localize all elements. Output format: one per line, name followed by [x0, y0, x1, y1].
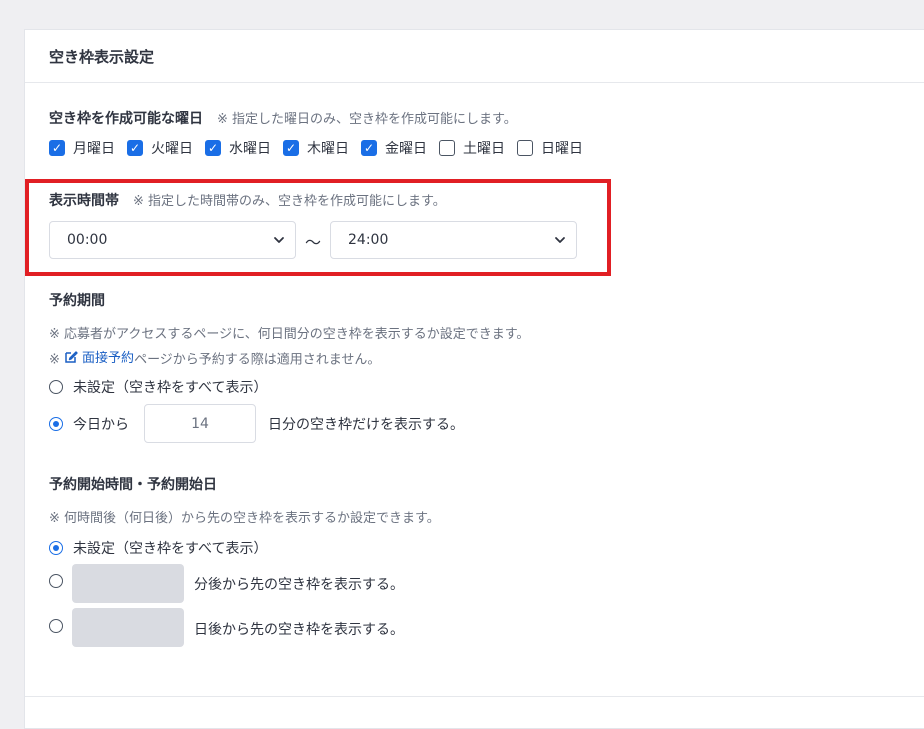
time-range-note: ※ 指定した時間帯のみ、空き枠を作成可能にします。 [133, 194, 446, 209]
booking-days-input[interactable]: 14 [144, 404, 256, 443]
edit-icon [65, 350, 78, 363]
booking-start-option-days[interactable] [49, 619, 73, 633]
weekday-monday[interactable]: ✓ 月曜日 [49, 138, 115, 158]
days-input-disabled [72, 608, 184, 647]
booking-period-note-2: ※ 面接予約 ページから予約する際は適用されません。 [49, 347, 380, 368]
weekday-friday[interactable]: ✓ 金曜日 [361, 138, 427, 158]
divider [25, 696, 924, 697]
time-range-section-title: 表示時間帯 ※ 指定した時間帯のみ、空き枠を作成可能にします。 [49, 190, 446, 210]
weekday-thursday[interactable]: ✓ 木曜日 [283, 138, 349, 158]
option-label: 未設定（空き枠をすべて表示） [73, 380, 268, 396]
panel-title: 空き枠表示設定 [25, 30, 924, 83]
time-range-title: 表示時間帯 [49, 193, 119, 209]
checkbox-checked-icon[interactable]: ✓ [283, 140, 299, 156]
weekday-saturday[interactable]: 土曜日 [439, 138, 505, 158]
end-time-select[interactable]: 24:00 [330, 221, 577, 259]
weekday-checkbox-group: ✓ 月曜日 ✓ 火曜日 ✓ 水曜日 ✓ 木曜日 ✓ 金曜日 土曜日 日曜日 [49, 138, 583, 158]
weekday-label: 火曜日 [151, 141, 193, 157]
weekdays-title: 空き枠を作成可能な曜日 [49, 111, 203, 127]
weekday-label: 日曜日 [541, 141, 583, 157]
checkbox-unchecked-icon[interactable] [517, 140, 533, 156]
settings-panel: 空き枠表示設定 空き枠を作成可能な曜日 ※ 指定した曜日のみ、空き枠を作成可能にし… [24, 29, 924, 729]
booking-days-suffix: 日分の空き枠だけを表示する。 [268, 417, 464, 433]
minutes-option-label: 分後から先の空き枠を表示する。 [194, 577, 404, 593]
booking-start-title: 予約開始時間・予約開始日 [49, 477, 217, 493]
note-suffix: ページから予約する際は適用されません。 [134, 352, 381, 368]
weekday-label: 木曜日 [307, 141, 349, 157]
weekday-label: 月曜日 [73, 141, 115, 157]
radio-unselected-icon[interactable] [49, 574, 63, 588]
booking-period-option-unset[interactable]: 未設定（空き枠をすべて表示） [49, 377, 267, 397]
start-time-value: 00:00 [67, 232, 108, 248]
weekdays-note: ※ 指定した曜日のみ、空き枠を作成可能にします。 [217, 112, 517, 127]
checkbox-checked-icon[interactable]: ✓ [49, 140, 65, 156]
end-time-value: 24:00 [348, 232, 389, 248]
time-range-separator: 〜 [305, 233, 322, 252]
option-label: 未設定（空き枠をすべて表示） [73, 541, 268, 557]
chevron-down-icon [274, 237, 284, 243]
radio-selected-icon[interactable] [49, 541, 63, 555]
booking-start-option-unset[interactable]: 未設定（空き枠をすべて表示） [49, 538, 267, 558]
booking-period-note: ※ 応募者がアクセスするページに、何日間分の空き枠を表示するか設定できます。 [49, 327, 530, 342]
radio-selected-icon[interactable] [49, 417, 63, 431]
checkbox-checked-icon[interactable]: ✓ [205, 140, 221, 156]
chevron-down-icon [555, 237, 565, 243]
start-time-select[interactable]: 00:00 [49, 221, 296, 259]
booking-period-title: 予約期間 [49, 293, 105, 309]
interview-booking-link[interactable]: 面接予約 [64, 347, 134, 366]
weekday-label: 土曜日 [463, 141, 505, 157]
booking-start-option-minutes[interactable] [49, 574, 73, 588]
weekday-tuesday[interactable]: ✓ 火曜日 [127, 138, 193, 158]
weekday-label: 金曜日 [385, 141, 427, 157]
booking-period-option-from-today[interactable]: 今日から [49, 414, 129, 434]
radio-unselected-icon[interactable] [49, 380, 63, 394]
days-option-label: 日後から先の空き枠を表示する。 [194, 622, 404, 638]
minutes-input-disabled [72, 564, 184, 603]
weekday-wednesday[interactable]: ✓ 水曜日 [205, 138, 271, 158]
option-label: 今日から [73, 417, 129, 433]
checkbox-checked-icon[interactable]: ✓ [127, 140, 143, 156]
checkbox-checked-icon[interactable]: ✓ [361, 140, 377, 156]
checkbox-unchecked-icon[interactable] [439, 140, 455, 156]
weekday-label: 水曜日 [229, 141, 271, 157]
note-marker: ※ [49, 352, 60, 368]
radio-unselected-icon[interactable] [49, 619, 63, 633]
weekday-sunday[interactable]: 日曜日 [517, 138, 583, 158]
weekdays-section-title: 空き枠を作成可能な曜日 ※ 指定した曜日のみ、空き枠を作成可能にします。 [49, 108, 517, 128]
interview-booking-link-label[interactable]: 面接予約 [82, 347, 134, 366]
booking-start-note: ※ 何時間後（何日後）から先の空き枠を表示するか設定できます。 [49, 511, 440, 526]
